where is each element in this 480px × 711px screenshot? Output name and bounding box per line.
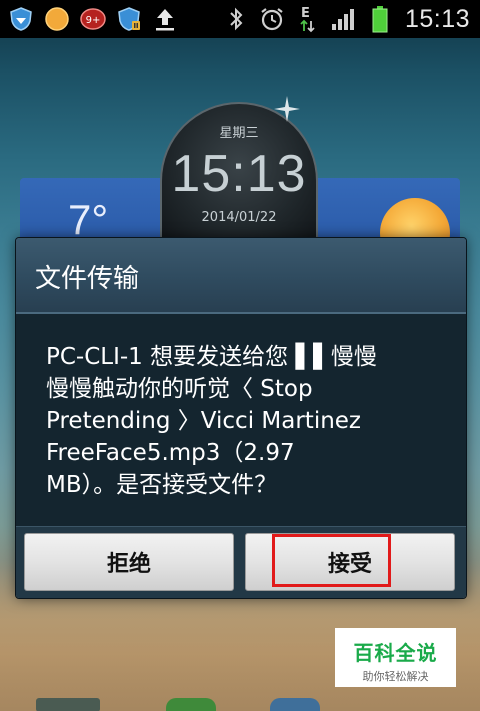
dialog-message: PC-CLI-1 想要发送给您 ▌▌慢慢 慢慢触动你的听觉〈 Stop Pret… [46,341,406,501]
message-line: MB）。是否接受文件？ [46,472,278,498]
dialog-button-bar: 拒绝 接受 [16,526,466,598]
weather-temperature: 7° [68,196,109,243]
baike-watermark: 百科全说 助你轻松解决 [335,628,456,687]
message-line: 慢慢触动你的听觉〈 Stop [46,376,313,402]
clock-date: 2014/01/22 [201,210,277,225]
sun-icon [42,4,72,34]
shield-wifi-icon [6,4,36,34]
sparkle-icon [274,96,300,122]
dialog-title: 文件传输 [35,264,140,294]
notification-badge-icon: 9+ [78,4,108,34]
bluetooth-icon [221,4,251,34]
message-line: PC-CLI-1 想要发送给您 ▌▌慢慢 [46,344,377,370]
accept-highlight-box [272,534,391,587]
upload-icon [150,4,180,34]
file-transfer-dialog: 文件传输 PC-CLI-1 想要发送给您 ▌▌慢慢 慢慢触动你的听觉〈 Stop… [16,238,466,598]
reject-button[interactable]: 拒绝 [24,533,234,591]
message-line: Pretending 〉Vicci Martinez [46,408,362,434]
clock-widget[interactable]: 星期三 15:13 2014/01/22 [160,96,318,242]
clock-time: 15:13 [171,145,307,203]
message-line: FreeFace5.mp3（2.97 [46,440,295,466]
dock-app-icon[interactable] [270,698,320,711]
watermark-title: 百科全说 [353,641,438,665]
shield-pause-icon [114,4,144,34]
dialog-title-bar: 文件传输 [16,238,466,314]
status-bar: 9+ E 15:13 [0,0,480,38]
dock-app-icon[interactable] [36,698,100,711]
dock-app-icon[interactable] [166,698,216,711]
network-type-label: E [301,6,310,21]
clock-weekday: 星期三 [219,126,259,141]
badge-count: 9+ [86,15,101,26]
signal-icon [329,4,359,34]
battery-icon [365,4,395,34]
data-e-icon: E [293,4,323,34]
status-bar-time: 15:13 [404,4,470,33]
dialog-body: PC-CLI-1 想要发送给您 ▌▌慢慢 慢慢触动你的听觉〈 Stop Pret… [16,314,466,526]
watermark-subtitle: 助你轻松解决 [362,670,429,683]
alarm-icon [257,4,287,34]
